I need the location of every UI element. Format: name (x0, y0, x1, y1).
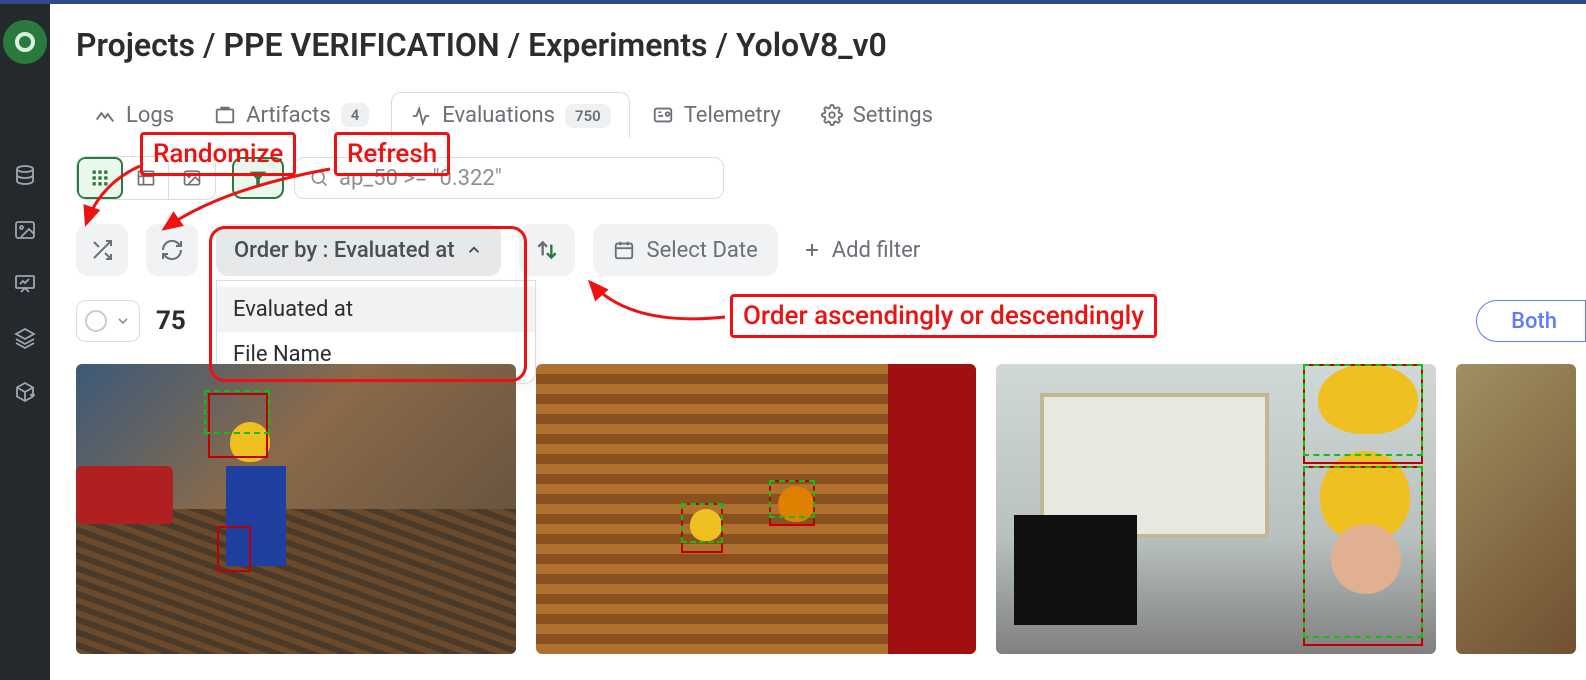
evaluations-count-badge: 750 (565, 104, 611, 128)
breadcrumb: Projects / PPE VERIFICATION / Experiment… (76, 26, 1576, 64)
both-label: Both (1511, 309, 1557, 334)
select-all-control[interactable] (76, 300, 140, 342)
main-content: Projects / PPE VERIFICATION / Experiment… (50, 4, 1586, 680)
grid-view-button[interactable] (77, 157, 123, 199)
image-icon[interactable] (13, 218, 37, 242)
tab-label: Evaluations (442, 103, 555, 128)
order-by-label: Order by : Evaluated at (234, 238, 455, 263)
annotation-randomize: Randomize (140, 132, 296, 176)
evaluation-thumb[interactable] (1456, 364, 1576, 654)
breadcrumb-sep: / (203, 26, 215, 64)
tab-telemetry[interactable]: Telemetry (634, 93, 799, 138)
evaluation-thumb[interactable] (76, 364, 516, 654)
dropdown-option-evaluated-at[interactable]: Evaluated at (217, 287, 535, 332)
annotation-order-direction: Order ascendingly or descendingly (730, 294, 1157, 338)
add-filter-button[interactable]: Add filter (802, 238, 920, 263)
filter-toolbar: Order by : Evaluated at Evaluated at Fil… (76, 224, 1576, 276)
breadcrumb-projects[interactable]: Projects (76, 26, 195, 64)
tab-label: Logs (126, 103, 174, 128)
view-toolbar: ap_50 >= "0.322" (76, 156, 1576, 200)
tab-settings[interactable]: Settings (803, 93, 951, 138)
calendar-icon (613, 239, 635, 261)
breadcrumb-experiments[interactable]: Experiments (528, 26, 707, 64)
layers-icon[interactable] (13, 326, 37, 350)
select-date-button[interactable]: Select Date (593, 224, 778, 276)
result-count: 75 (156, 306, 186, 336)
presentation-icon[interactable] (13, 272, 37, 296)
app-logo[interactable] (3, 20, 47, 64)
tab-label: Telemetry (684, 103, 781, 128)
breadcrumb-experiment-name[interactable]: YoloV8_v0 (736, 26, 887, 64)
plus-icon (802, 240, 822, 260)
breadcrumb-project-name[interactable]: PPE VERIFICATION (223, 26, 499, 64)
tab-logs[interactable]: Logs (76, 93, 192, 138)
sort-direction-button[interactable] (519, 224, 575, 276)
order-by-button[interactable]: Order by : Evaluated at (216, 224, 501, 276)
add-filter-label: Add filter (832, 238, 920, 263)
evaluation-thumb[interactable] (996, 364, 1436, 654)
chevron-up-icon (465, 241, 483, 259)
randomize-button[interactable] (76, 224, 128, 276)
both-toggle-button[interactable]: Both (1476, 300, 1586, 342)
select-date-label: Select Date (647, 238, 758, 263)
breadcrumb-sep: / (715, 26, 727, 64)
package-export-icon[interactable] (13, 380, 37, 404)
refresh-button[interactable] (146, 224, 198, 276)
search-icon (309, 168, 329, 188)
sidebar (0, 4, 50, 680)
breadcrumb-sep: / (508, 26, 520, 64)
image-gallery (76, 364, 1576, 654)
tabs: Logs Artifacts 4 Evaluations 750 Telemet… (76, 92, 1576, 138)
evaluation-thumb[interactable] (536, 364, 976, 654)
database-icon[interactable] (13, 164, 37, 188)
chevron-down-icon (115, 313, 131, 329)
tab-artifacts[interactable]: Artifacts 4 (196, 93, 387, 138)
tab-label: Artifacts (246, 103, 331, 128)
annotation-refresh: Refresh (334, 132, 450, 176)
artifacts-count-badge: 4 (341, 103, 370, 127)
tab-label: Settings (853, 103, 933, 128)
radio-empty-icon (85, 310, 107, 332)
